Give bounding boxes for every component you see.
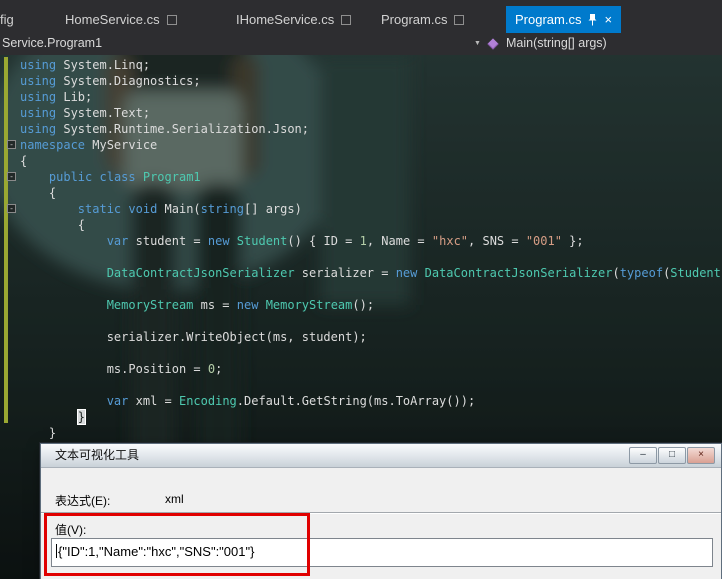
code-line: { <box>0 185 722 201</box>
code-line: MemoryStream ms = new MemoryStream(); <box>0 297 722 313</box>
pin-icon[interactable] <box>588 13 597 26</box>
gutter <box>0 153 20 169</box>
gutter: - <box>0 201 20 217</box>
gutter <box>0 409 20 425</box>
fold-marker-icon[interactable]: - <box>7 140 16 149</box>
code-line <box>0 377 722 393</box>
expression-label: 表达式(E): <box>55 494 111 508</box>
tab-label: fig <box>0 12 14 27</box>
dialog-title: 文本可视化工具 <box>55 448 140 462</box>
code-line: using Lib; <box>0 89 722 105</box>
gutter <box>0 73 20 89</box>
tab-fig[interactable]: fig <box>0 6 23 33</box>
gutter: - <box>0 169 20 185</box>
method-icon <box>487 38 499 50</box>
gutter <box>0 217 20 233</box>
gutter <box>0 185 20 201</box>
close-icon[interactable]: × <box>687 447 715 464</box>
gutter <box>0 249 20 265</box>
type-dropdown[interactable]: Service.Program1 <box>2 36 102 50</box>
gutter: - <box>0 137 20 153</box>
chevron-down-icon[interactable]: ▼ <box>474 40 481 47</box>
gutter <box>0 345 20 361</box>
gutter <box>0 313 20 329</box>
code-line: - namespace MyService <box>0 137 722 153</box>
tab-label: HomeService.cs <box>65 12 160 27</box>
pin-icon[interactable] <box>454 14 465 25</box>
gutter <box>0 57 20 73</box>
pin-icon[interactable] <box>341 14 352 25</box>
code-line: } <box>0 425 722 441</box>
close-icon[interactable]: × <box>604 13 612 26</box>
fold-marker-icon[interactable]: - <box>7 172 16 181</box>
gutter <box>0 329 20 345</box>
value-label: 值(V): <box>55 523 87 537</box>
code-line: DataContractJsonSerializer serializer = … <box>0 265 722 281</box>
code-line: { <box>0 153 722 169</box>
tab-bar: fig HomeService.cs IHomeService.cs Program.… <box>0 0 722 33</box>
member-dropdown[interactable]: Main(string[] args) <box>506 36 607 50</box>
value-textbox[interactable]: {"ID":1,"Name":"hxc","SNS":"001"} <box>51 538 713 567</box>
code-line: var xml = Encoding.Default.GetString(ms.… <box>0 393 722 409</box>
tab-ihomeservice-cs[interactable]: IHomeService.cs <box>227 6 360 33</box>
tab-label: Program.cs <box>381 12 448 27</box>
code-line <box>0 345 722 361</box>
code-line: using System.Linq; <box>0 57 722 73</box>
gutter <box>0 361 20 377</box>
dialog-body: 表达式(E): xml 值(V): {"ID":1,"Name":"hxc","… <box>41 468 721 579</box>
code-line: { <box>0 217 722 233</box>
tab-label: Program.cs <box>515 12 582 27</box>
text-caret <box>56 544 57 558</box>
gutter <box>0 377 20 393</box>
gutter <box>0 425 20 441</box>
code-line <box>0 249 722 265</box>
code-line <box>0 281 722 297</box>
expression-value[interactable]: xml <box>165 492 184 506</box>
code-line: using System.Diagnostics; <box>0 73 722 89</box>
gutter <box>0 281 20 297</box>
code-line: using System.Runtime.Serialization.Json; <box>0 121 722 137</box>
code-line: var student = new Student() { ID = 1, Na… <box>0 233 722 249</box>
gutter <box>0 121 20 137</box>
minimize-icon[interactable]: – <box>629 447 657 464</box>
gutter <box>0 393 20 409</box>
gutter <box>0 265 20 281</box>
value-text: {"ID":1,"Name":"hxc","SNS":"001"} <box>58 544 255 559</box>
code-area[interactable]: using System.Linq; using System.Diagnosti… <box>0 57 722 441</box>
code-line: ms.Position = 0; <box>0 361 722 377</box>
gutter <box>0 89 20 105</box>
text-visualizer-dialog: 文本可视化工具 – □ × 表达式(E): xml 值(V): {"ID":1,… <box>40 443 722 579</box>
code-line: } <box>0 409 722 425</box>
window-buttons: – □ × <box>629 447 715 464</box>
tab-program-cs[interactable]: Program.cs <box>372 6 473 33</box>
tab-label: IHomeService.cs <box>236 12 335 27</box>
vs-window: fig HomeService.cs IHomeService.cs Program.… <box>0 0 722 579</box>
pin-icon[interactable] <box>166 14 177 25</box>
maximize-icon[interactable]: □ <box>658 447 686 464</box>
dialog-title-bar[interactable]: 文本可视化工具 – □ × <box>41 444 721 468</box>
separator <box>41 512 721 514</box>
navigation-bar: Service.Program1 ▼ Main(string[] args) <box>0 33 722 56</box>
gutter <box>0 297 20 313</box>
code-line <box>0 313 722 329</box>
code-line: - static void Main(string[] args) <box>0 201 722 217</box>
fold-marker-icon[interactable]: - <box>7 204 16 213</box>
gutter <box>0 105 20 121</box>
code-line: serializer.WriteObject(ms, student); <box>0 329 722 345</box>
gutter <box>0 233 20 249</box>
tab-homeservice-cs[interactable]: HomeService.cs <box>56 6 186 33</box>
code-line: - public class Program1 <box>0 169 722 185</box>
code-line: using System.Text; <box>0 105 722 121</box>
tab-program-cs-active[interactable]: Program.cs × <box>506 6 622 33</box>
